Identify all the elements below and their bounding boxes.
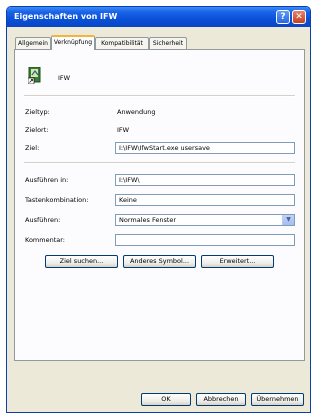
- help-button[interactable]: ?: [276, 10, 290, 24]
- shortcut-tab-panel: IFW Zieltyp: Anwendung Zielort: IFW Ziel…: [14, 49, 305, 361]
- comment-label: Kommentar:: [25, 236, 65, 244]
- separator: [24, 162, 295, 164]
- hotkey-label: Tastenkombination:: [25, 196, 89, 204]
- chevron-down-icon[interactable]: ▼: [282, 215, 294, 225]
- target-location-value: IFW: [117, 126, 130, 134]
- advanced-button[interactable]: Erweitert...: [201, 255, 274, 268]
- comment-field[interactable]: [115, 234, 295, 246]
- run-label: Ausführen:: [25, 216, 61, 224]
- title-bar[interactable]: Eigenschaften von IFW ? ✕: [7, 7, 310, 27]
- hotkey-field[interactable]: Keine: [115, 194, 295, 206]
- run-dropdown-value: Normales Fenster: [119, 216, 177, 224]
- properties-dialog: Eigenschaften von IFW ? ✕ Allgemein Verk…: [6, 6, 311, 413]
- start-in-field[interactable]: I:\IFW\: [115, 174, 295, 186]
- start-in-label: Ausführen in:: [25, 176, 69, 184]
- target-type-value: Anwendung: [117, 108, 156, 116]
- target-location-label: Zielort:: [25, 126, 49, 134]
- shortcut-app-icon: [27, 66, 42, 85]
- tab-allgemein[interactable]: Allgemein: [15, 37, 51, 49]
- tab-verknuepfung[interactable]: Verknüpfung: [51, 35, 95, 50]
- tab-sicherheit[interactable]: Sicherheit: [149, 37, 187, 49]
- window-title: Eigenschaften von IFW: [14, 12, 118, 21]
- tab-kompatibilitaet[interactable]: Kompatibilität: [95, 37, 149, 49]
- ok-button[interactable]: OK: [141, 393, 191, 406]
- change-icon-button[interactable]: Anderes Symbol...: [123, 255, 196, 268]
- target-label: Ziel:: [25, 144, 40, 152]
- target-field[interactable]: I:\IFW\IfwStart.exe usersave: [115, 142, 295, 154]
- shortcut-name: IFW: [58, 74, 71, 82]
- run-dropdown[interactable]: Normales Fenster ▼: [115, 214, 295, 226]
- close-button[interactable]: ✕: [292, 10, 306, 24]
- cancel-button[interactable]: Abbrechen: [196, 393, 246, 406]
- apply-button[interactable]: Übernehmen: [251, 393, 304, 406]
- find-target-button[interactable]: Ziel suchen...: [45, 255, 118, 268]
- separator: [24, 95, 295, 97]
- target-type-label: Zieltyp:: [25, 108, 50, 116]
